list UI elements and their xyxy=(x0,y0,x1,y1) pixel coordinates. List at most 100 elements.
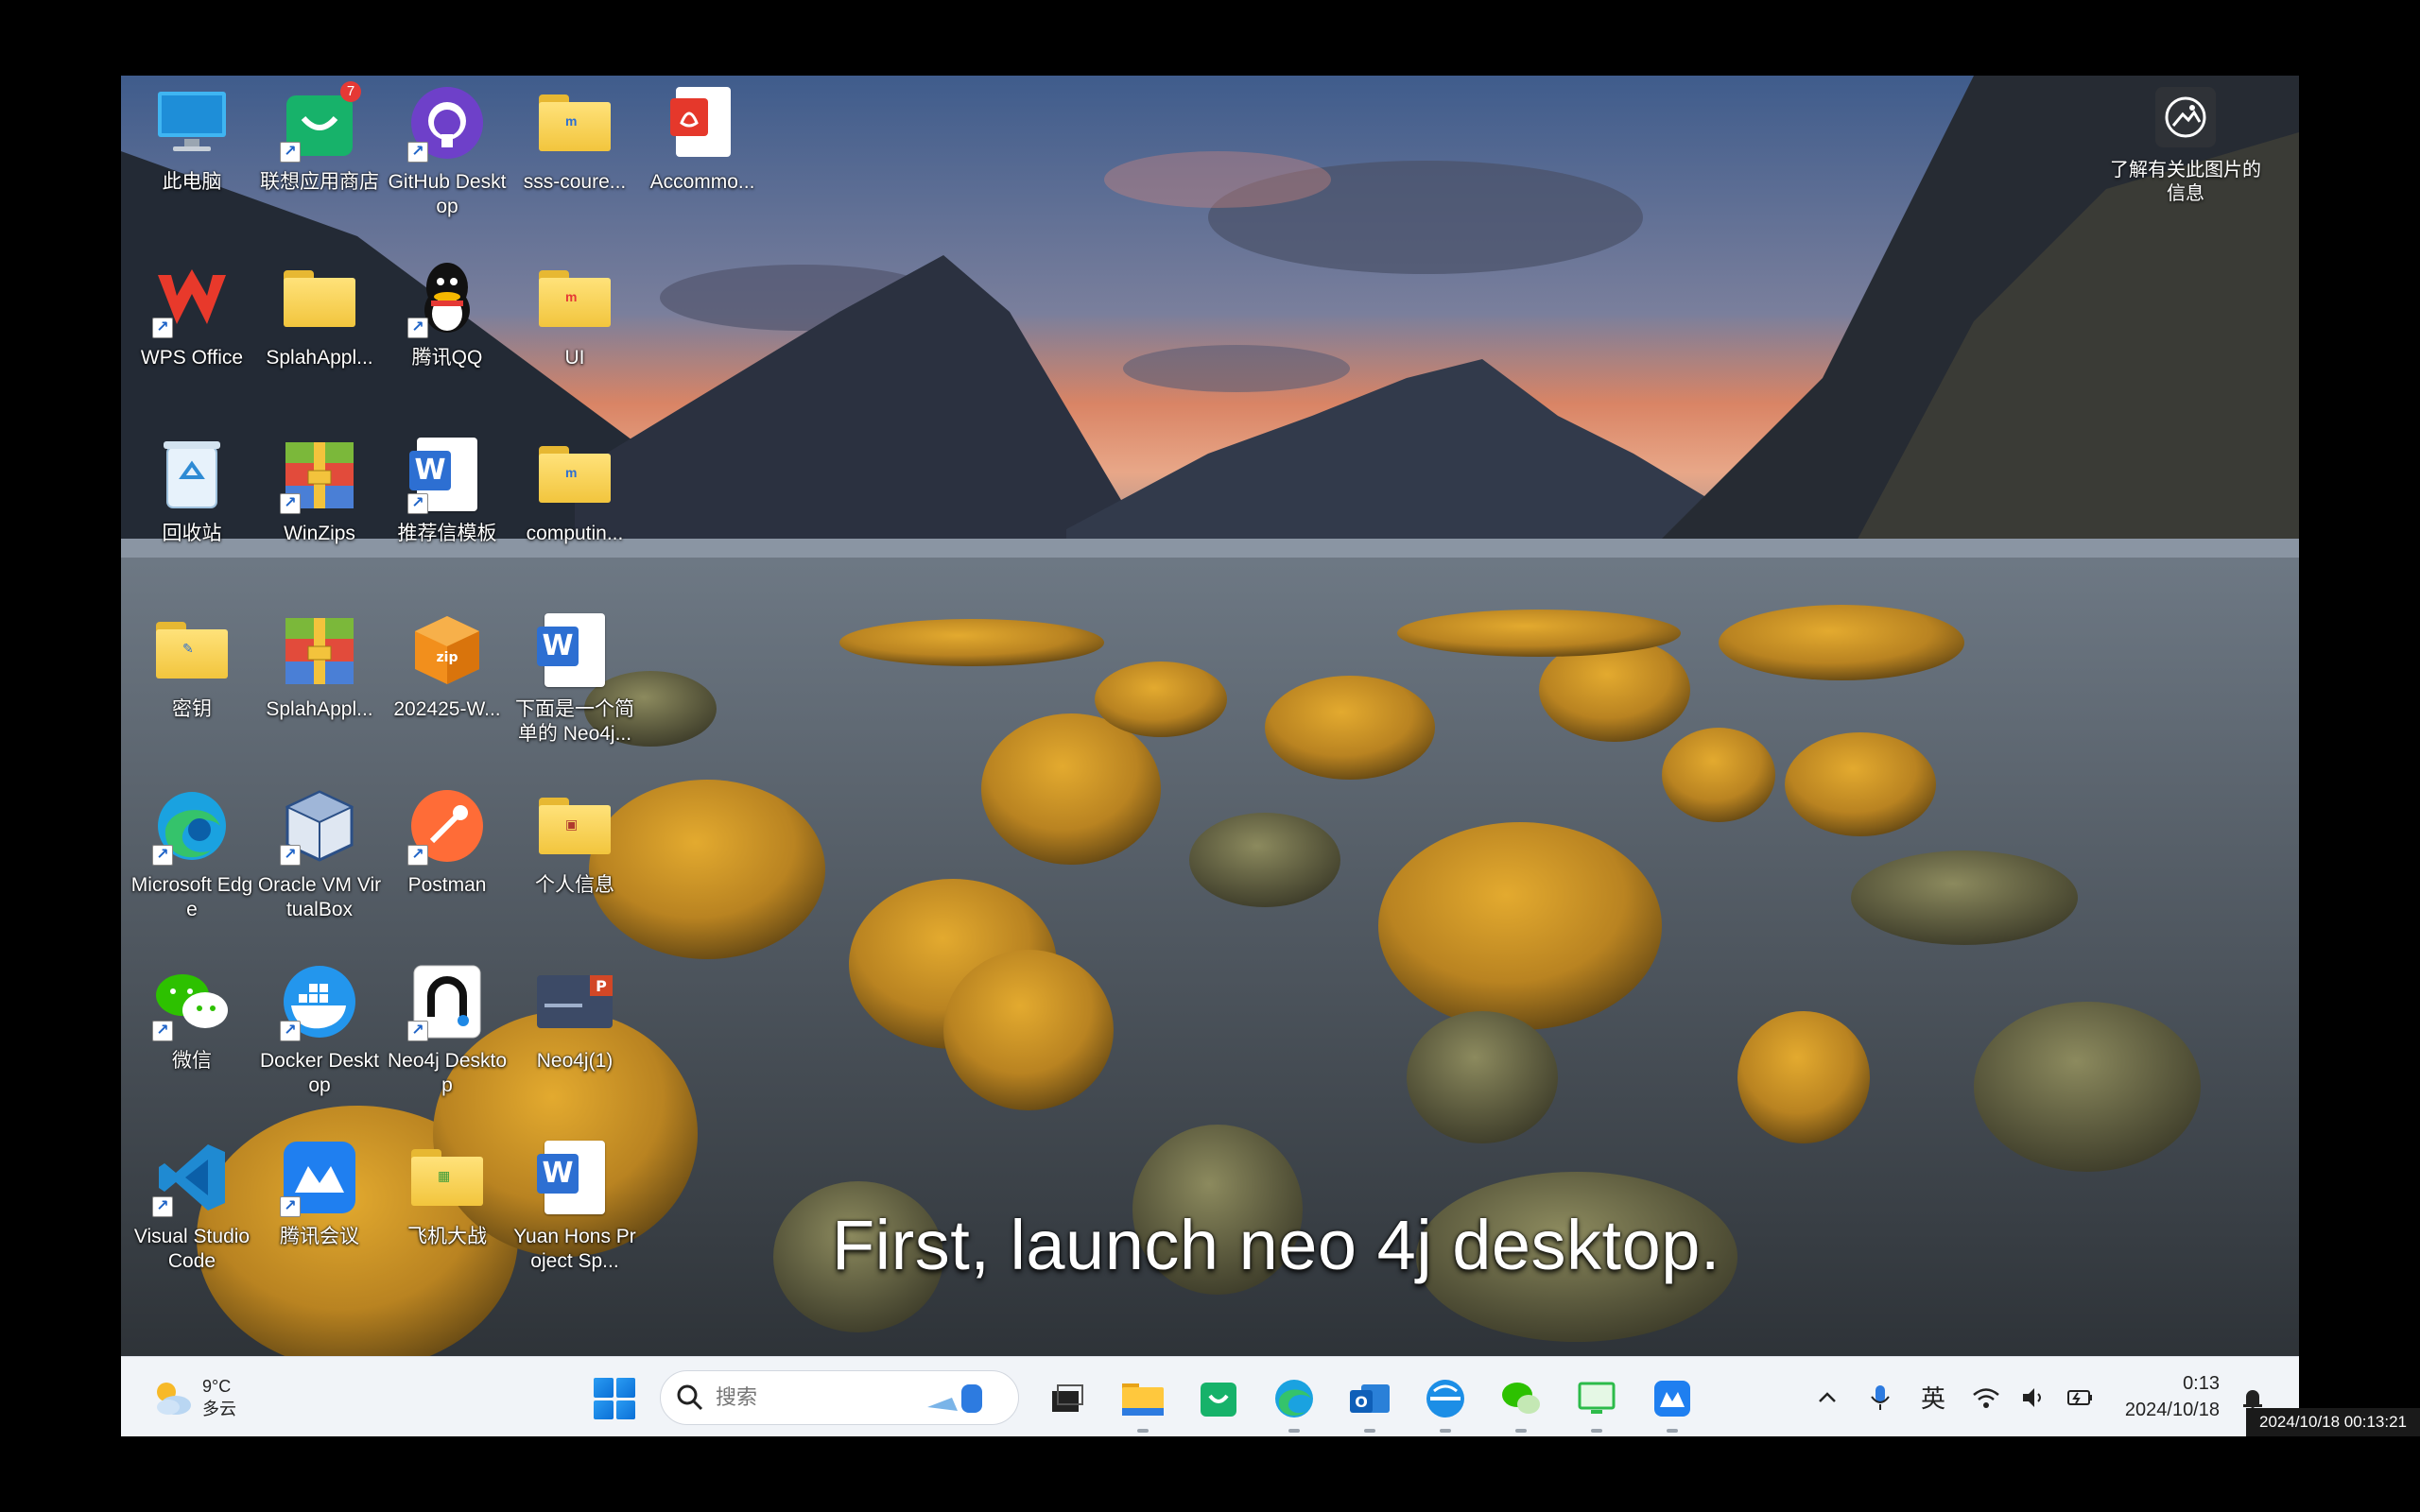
github-icon: ↗ xyxy=(407,83,487,163)
desktop-icon-docker-desktop[interactable]: ↗ Docker Desktop xyxy=(257,954,382,1123)
windows-logo-tile xyxy=(594,1378,614,1398)
learn-about-picture-button[interactable]: 了解有关此图片的信息 xyxy=(2110,87,2261,219)
desktop-icon-202425-archive[interactable]: zip 202425-W... xyxy=(385,603,510,771)
desktop-screen: 此电脑 ↗ WPS Office 回收站 ✎ 密钥 ↗ Microsoft Ed… xyxy=(121,76,2299,1436)
search-input[interactable] xyxy=(716,1385,924,1410)
camera-info-icon xyxy=(2155,87,2216,147)
desktop-icon-label: Microsoft Edge xyxy=(130,874,253,920)
desktop-icon-label: Oracle VM VirtualBox xyxy=(257,874,382,920)
shortcut-arrow-icon: ↗ xyxy=(280,845,301,866)
desktop-icon-this-pc[interactable]: 此电脑 xyxy=(130,76,254,244)
taskbar-tencent-meeting[interactable] xyxy=(1648,1374,1697,1433)
desktop-icon-splahappl-folder[interactable]: SplahAppl... xyxy=(257,251,382,420)
shortcut-arrow-icon: ↗ xyxy=(280,142,301,163)
desktop-icon-winzips[interactable]: ↗ WinZips xyxy=(257,427,382,595)
desktop-icon-label: 推荐信模板 xyxy=(397,523,497,544)
folder-icon: m xyxy=(535,83,614,163)
wechat-icon xyxy=(1502,1383,1540,1414)
desktop-icon-microsoft-edge[interactable]: ↗ Microsoft Edge xyxy=(130,779,254,947)
desktop-icon-label: 回收站 xyxy=(162,523,222,544)
desktop-icon-neo4j-desktop[interactable]: ↗ Neo4j Desktop xyxy=(385,954,510,1123)
running-indicator xyxy=(1288,1429,1300,1433)
svg-text:P: P xyxy=(596,977,607,995)
desktop-icon-postman[interactable]: ↗ Postman xyxy=(385,779,510,947)
neo4j-icon: ↗ xyxy=(407,962,487,1041)
svg-text:O: O xyxy=(1355,1393,1368,1411)
desktop-icon-neo4j-doc[interactable]: W 下面是一个简单的 Neo4j... xyxy=(512,603,637,771)
taskbar-file-explorer[interactable] xyxy=(1118,1374,1167,1433)
desktop-icon-wechat[interactable]: ↗ 微信 xyxy=(130,954,254,1123)
desktop-icon-label: 微信 xyxy=(172,1050,212,1072)
desktop-icon-neo4j-ppt[interactable]: P Neo4j(1) xyxy=(512,954,637,1123)
taskbar-clock[interactable]: 0:13 2024/10/18 xyxy=(2087,1370,2220,1423)
taskbar-remote-desktop[interactable] xyxy=(1572,1374,1621,1433)
taskbar-wechat[interactable] xyxy=(1496,1374,1546,1433)
desktop-icon-computing-folder[interactable]: m computin... xyxy=(512,427,637,595)
wifi-icon[interactable] xyxy=(1962,1374,2010,1421)
browser-icon xyxy=(1426,1380,1464,1418)
desktop-icon-label: 下面是一个简单的 Neo4j... xyxy=(515,698,634,745)
desktop-icon-accommodation-pdf[interactable]: Accommo... xyxy=(640,76,765,244)
taskbar-outlook[interactable]: O xyxy=(1345,1374,1394,1433)
windows-logo-tile xyxy=(615,1378,635,1398)
start-button[interactable] xyxy=(594,1378,635,1419)
search-icon xyxy=(676,1383,704,1412)
folder-icon: ▣ xyxy=(535,786,614,866)
word-doc-icon: W ↗ xyxy=(407,435,487,514)
desktop-icon-label: GitHub Desktop xyxy=(388,171,507,217)
desktop-icon-label: Docker Desktop xyxy=(259,1050,380,1096)
wechat-icon: ↗ xyxy=(152,962,232,1041)
desktop-icon-label: Accommo... xyxy=(649,171,755,193)
folder-icon xyxy=(280,259,359,338)
remote-desktop-icon xyxy=(1578,1382,1616,1414)
taskbar-search[interactable] xyxy=(660,1370,1019,1425)
desktop-icon-ui-folder[interactable]: m UI xyxy=(512,251,637,420)
recording-timestamp: 2024/10/18 00:13:21 xyxy=(2246,1408,2420,1436)
weather-widget[interactable]: 9°C 多云 xyxy=(149,1371,263,1424)
task-view-icon xyxy=(1052,1384,1083,1412)
taskbar-lenovo-store[interactable] xyxy=(1194,1374,1243,1423)
desktop-icon-label: Postman xyxy=(407,874,487,896)
pdf-icon xyxy=(663,83,742,163)
desktop-icon-label: Neo4j Desktop xyxy=(387,1050,508,1096)
desktop-icon-label: 联想应用商店 xyxy=(260,171,379,193)
running-indicator xyxy=(1667,1429,1678,1433)
desktop-icon-label: 密钥 xyxy=(172,698,212,720)
taskbar-task-view[interactable] xyxy=(1043,1374,1092,1423)
desktop-icon-key-folder[interactable]: ✎ 密钥 xyxy=(130,603,254,771)
desktop-icon-virtualbox[interactable]: ↗ Oracle VM VirtualBox xyxy=(257,779,382,947)
desktop-icon-github-desktop[interactable]: ↗ GitHub Desktop xyxy=(385,76,510,244)
desktop-icon-label: sss-coure... xyxy=(523,171,627,193)
shortcut-arrow-icon: ↗ xyxy=(407,318,428,338)
desktop-icon-label: Neo4j(1) xyxy=(536,1050,614,1072)
postman-icon: ↗ xyxy=(407,786,487,866)
desktop-icon-recommendation-template[interactable]: W ↗ 推荐信模板 xyxy=(385,427,510,595)
archive-icon: zip xyxy=(407,610,487,690)
desktop-icon-splahappl-archive[interactable]: SplahAppl... xyxy=(257,603,382,771)
desktop-icon-lenovo-store[interactable]: ↗ 7 联想应用商店 xyxy=(257,76,382,244)
weather-condition: 多云 xyxy=(202,1400,236,1418)
windows-logo-tile xyxy=(615,1400,635,1419)
shortcut-arrow-icon: ↗ xyxy=(407,142,428,163)
taskbar-browser[interactable] xyxy=(1421,1374,1470,1433)
desktop-icon-personal-info[interactable]: ▣ 个人信息 xyxy=(512,779,637,947)
desktop-icon-label: WinZips xyxy=(284,523,355,544)
clock-time: 0:13 xyxy=(2183,1373,2220,1394)
desktop-icon-tencent-qq[interactable]: ↗ 腾讯QQ xyxy=(385,251,510,420)
desktop-icon-wps-office[interactable]: ↗ WPS Office xyxy=(130,251,254,420)
show-hidden-icons-chevron-up-icon[interactable] xyxy=(1804,1374,1851,1421)
folder-icon: ✎ xyxy=(152,610,232,690)
taskbar-edge[interactable] xyxy=(1270,1374,1319,1433)
system-tray: 英 xyxy=(1804,1357,2104,1436)
desktop-icon-grid: 此电脑 ↗ WPS Office 回收站 ✎ 密钥 ↗ Microsoft Ed… xyxy=(121,76,2299,1356)
desktop-icon-label: SplahAppl... xyxy=(266,347,373,369)
desktop-icon-sss-course[interactable]: m sss-coure... xyxy=(512,76,637,244)
volume-icon[interactable] xyxy=(2010,1374,2057,1421)
desktop-icon-label: 此电脑 xyxy=(162,171,222,193)
input-method-indicator[interactable]: 英 xyxy=(1910,1374,1957,1421)
running-indicator xyxy=(1137,1429,1149,1433)
partly-cloudy-icon xyxy=(149,1375,195,1420)
shortcut-arrow-icon: ↗ xyxy=(152,1021,173,1041)
microphone-icon[interactable] xyxy=(1857,1374,1904,1421)
desktop-icon-recycle-bin[interactable]: 回收站 xyxy=(130,427,254,595)
